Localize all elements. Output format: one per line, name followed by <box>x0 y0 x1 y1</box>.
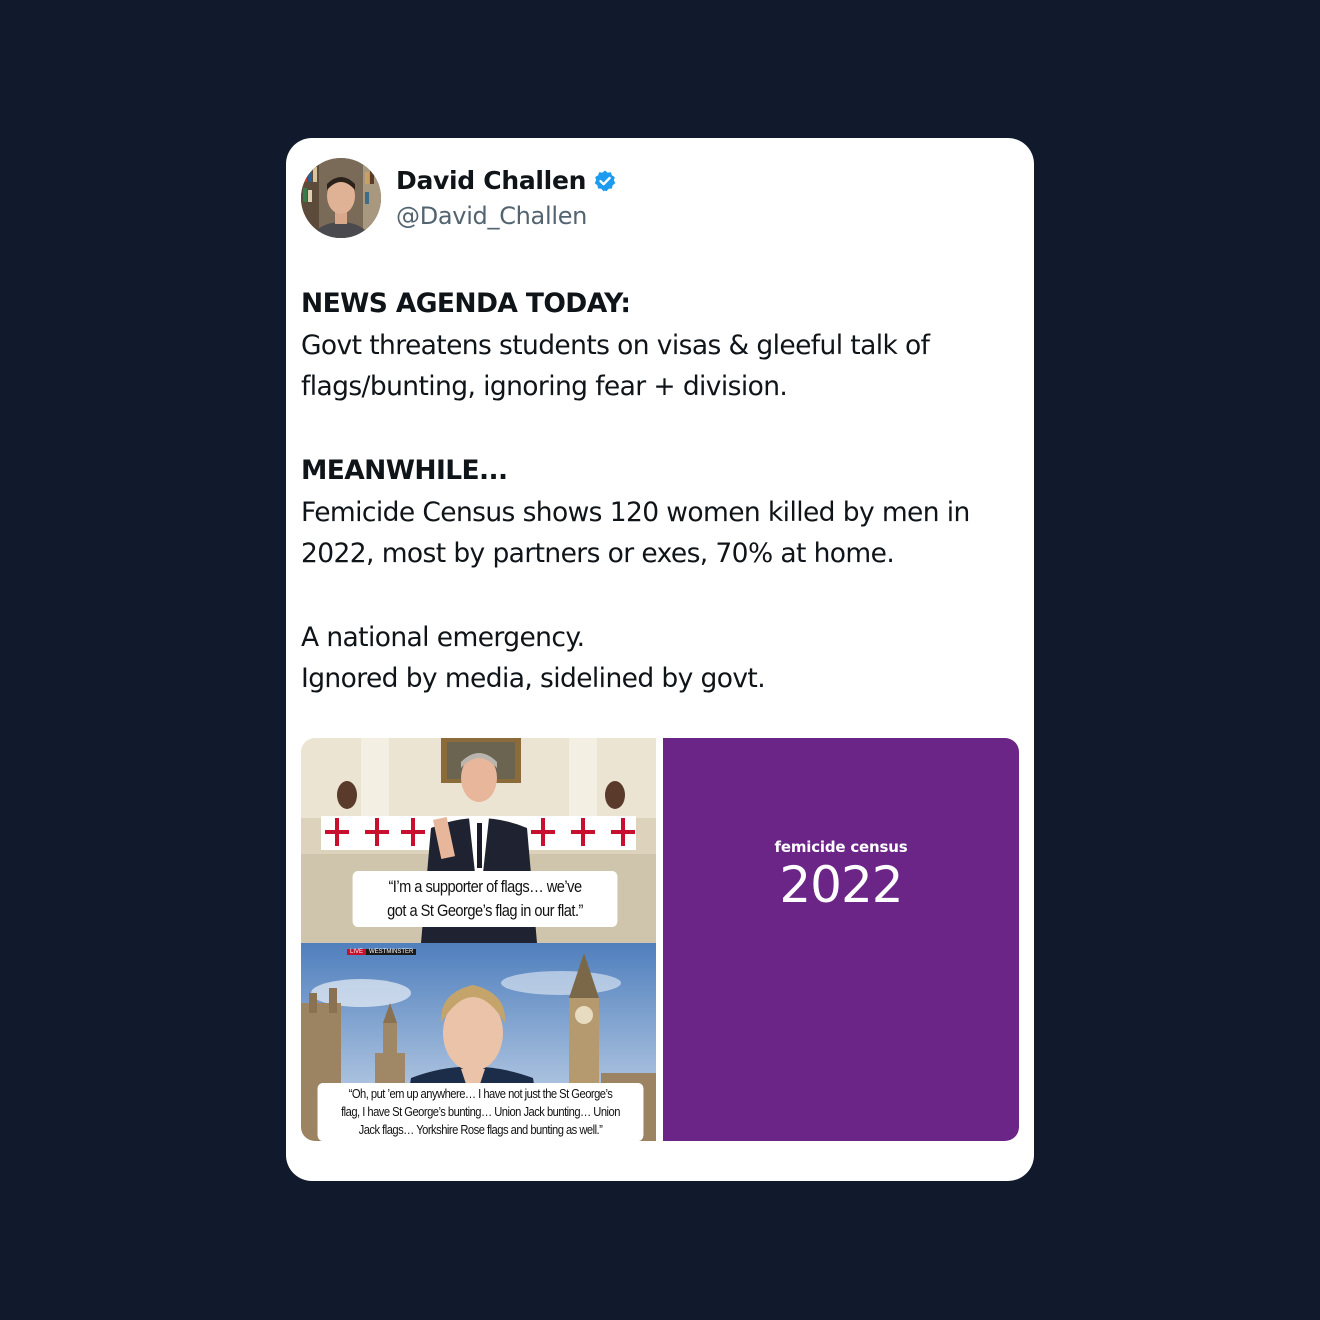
verified-badge-icon <box>593 169 617 193</box>
author-name[interactable]: David Challen <box>396 166 586 195</box>
tweet-heading-news: NEWS AGENDA TODAY: <box>301 288 631 319</box>
media-image-collage[interactable]: “I’m a supporter of flags… we’ve got a S… <box>301 738 656 1141</box>
femicide-census-year: 2022 <box>779 856 903 914</box>
caption-line: flag, I have St George’s bunting… Union … <box>341 1104 620 1119</box>
caption-line: got a St George’s flag in our flat.” <box>387 901 583 920</box>
tweet-line: Femicide Census shows 120 women killed b… <box>301 496 970 528</box>
tweet-line: Ignored by media, sidelined by govt. <box>301 663 766 695</box>
tweet-line: A national emergency. <box>301 621 585 653</box>
avatar[interactable] <box>301 158 381 238</box>
live-label: LIVE <box>347 949 367 955</box>
tweet-line: flags/bunting, ignoring fear + division. <box>301 371 788 403</box>
femicide-census-label: femicide census <box>774 838 908 856</box>
live-broadcast-badge: LIVE WESTMINSTER <box>347 949 417 955</box>
live-location: WESTMINSTER <box>366 949 417 955</box>
caption-line: “I’m a supporter of flags… we’ve <box>388 877 582 896</box>
tweet-media: “I’m a supporter of flags… we’ve got a S… <box>301 738 1019 1141</box>
media-femicide-census-image[interactable]: femicide census 2022 <box>663 738 1019 1141</box>
caption-quote-bottom: “Oh, put ’em up anywhere… I have not jus… <box>317 1083 644 1141</box>
tweet-line: 2022, most by partners or exes, 70% at h… <box>301 538 895 570</box>
caption-quote-top: “I’m a supporter of flags… we’ve got a S… <box>352 871 618 927</box>
tweet-text: NEWS AGENDA TODAY: Govt threatens studen… <box>301 283 1026 700</box>
author-name-row: David Challen <box>396 166 617 195</box>
tweet-card: David Challen @David_Challen NEWS AGENDA… <box>286 138 1034 1181</box>
tweet-heading-meanwhile: MEANWHILE... <box>301 454 508 486</box>
caption-line: Jack flags… Yorkshire Rose flags and bun… <box>358 1122 603 1137</box>
caption-line: “Oh, put ’em up anywhere… I have not jus… <box>348 1086 613 1101</box>
tweet-line: Govt threatens students on visas & gleef… <box>301 329 930 361</box>
author-handle[interactable]: @David_Challen <box>396 202 587 230</box>
photo-press-conference: “I’m a supporter of flags… we’ve got a S… <box>301 738 656 943</box>
photo-westminster-interview: LIVE WESTMINSTER “Oh, put ’em up anywher… <box>301 943 656 1141</box>
